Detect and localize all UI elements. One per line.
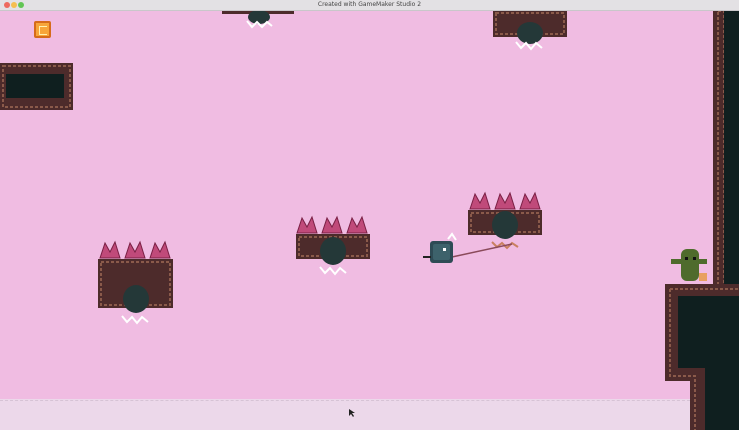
ceiling-block-right — [493, 11, 567, 51]
cactus-enemy — [671, 249, 707, 281]
right-ledge — [665, 284, 739, 430]
title-bar: Created with GameMaker Studio 2 — [0, 0, 739, 11]
window-title: Created with GameMaker Studio 2 — [317, 1, 422, 8]
mouse-cursor — [349, 409, 355, 417]
level-scene — [0, 11, 739, 430]
spike-block-middle — [296, 215, 370, 276]
spike-block-left — [98, 240, 173, 325]
ceiling-bush-left — [222, 11, 294, 29]
right-wall — [713, 11, 739, 288]
spike-block-right — [468, 191, 542, 250]
block-top-left — [0, 63, 73, 110]
game-canvas[interactable] — [0, 11, 739, 430]
grapple-rope — [451, 243, 513, 258]
game-window: Created with GameMaker Studio 2 — [0, 0, 739, 430]
player-sprite — [423, 232, 457, 263]
